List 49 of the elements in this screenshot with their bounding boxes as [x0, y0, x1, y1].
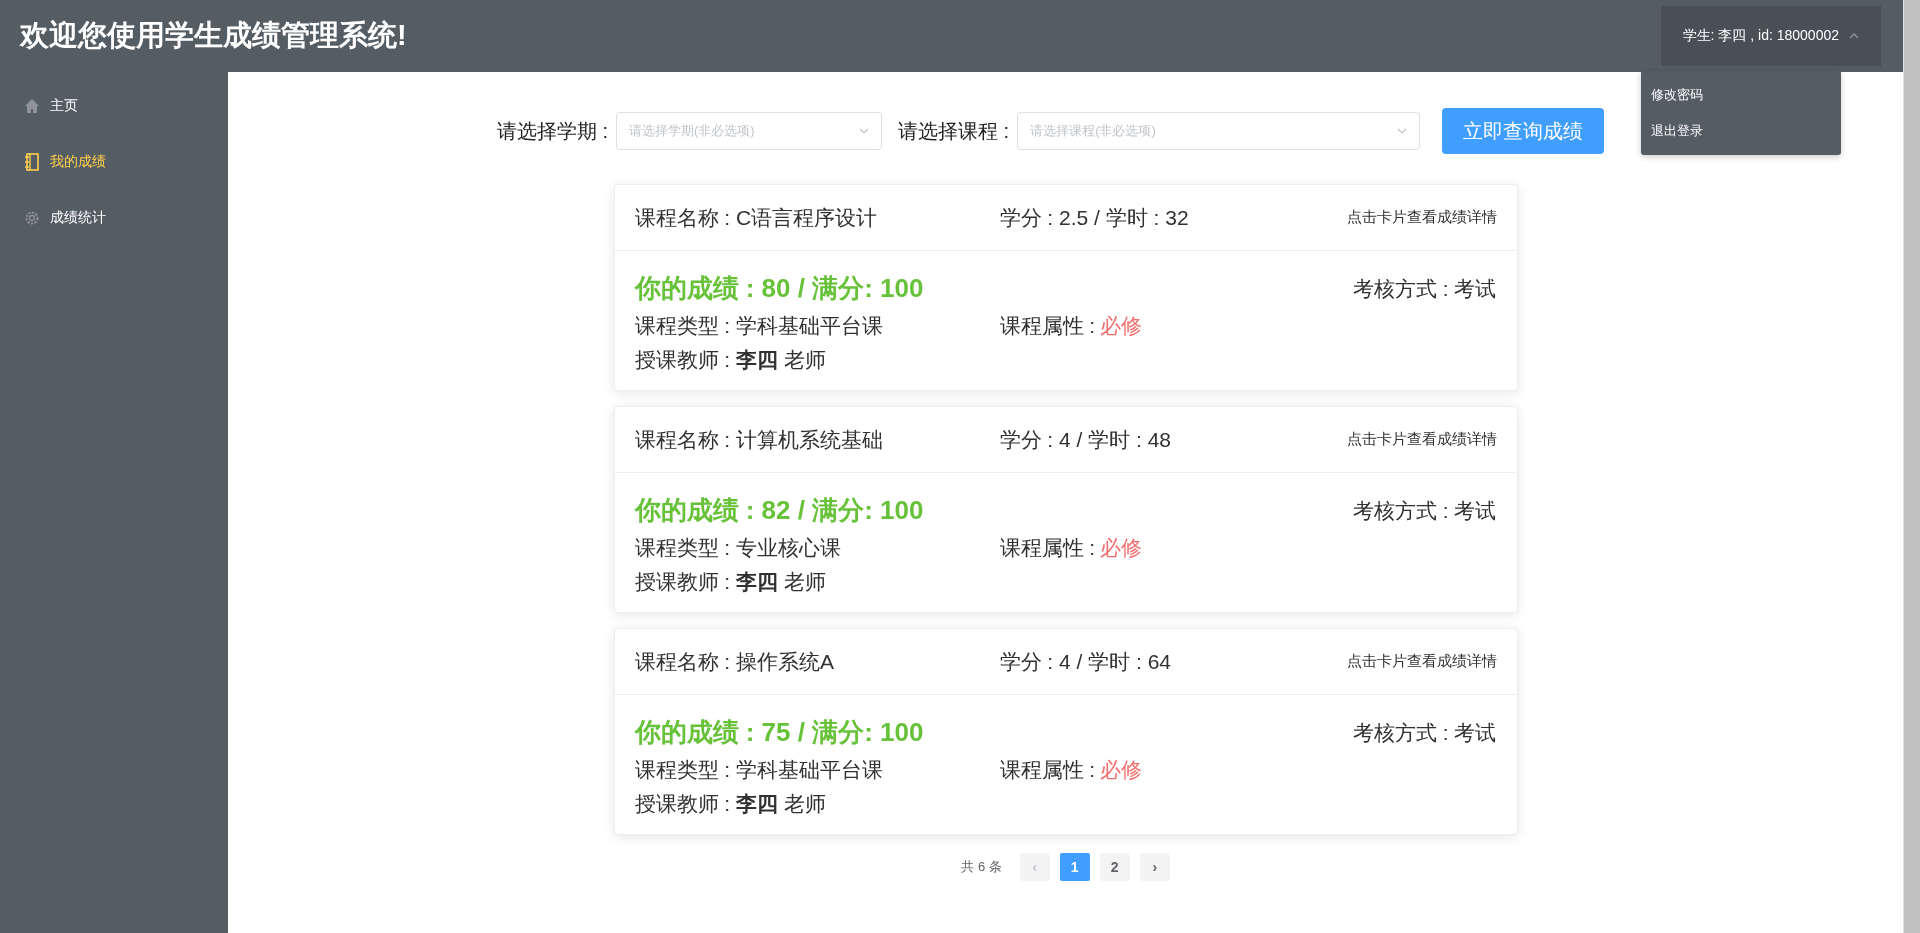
home-icon [24, 98, 40, 114]
attribute-value: 必修 [1099, 758, 1142, 781]
card-hint: 点击卡片查看成绩详情 [1346, 208, 1497, 227]
filter-label: 请选择学期 : [496, 118, 608, 144]
course-card[interactable]: 课程名称 : C语言程序设计 学分 : 2.5 / 学时 : 32 点击卡片查看成绩详情 你的成绩 : 80 / 满分: 100 考核方式 : 考试 课程类型 : 学科基础平台课 课程属性 : 必修 授课教师 : 李四 老师 [613, 184, 1518, 391]
sidebar-item[interactable]: 主页 [0, 78, 228, 134]
attribute-label: 课程属性 : [999, 758, 1096, 781]
course-card[interactable]: 课程名称 : 计算机系统基础 学分 : 4 / 学时 : 48 点击卡片查看成绩详情 你的成绩 : 82 / 满分: 100 考核方式 : 考试 课程类型 : 专业核心课 课程属性 : 必修 授课教师 : 李四 老师 [613, 406, 1518, 613]
sidebar-item[interactable]: 成绩统计 [0, 190, 228, 246]
score-text: 你的成绩 : 75 / 满分: 100 [634, 716, 925, 749]
total-count: 共 6 条 [961, 858, 1002, 876]
settings-icon [24, 210, 40, 226]
next-page-button[interactable]: › [1139, 853, 1170, 881]
teacher-text: 授课教师 : 李四 老师 [634, 347, 827, 373]
attribute-label: 课程属性 : [999, 314, 1096, 337]
teacher-text: 授课教师 : 李四 老师 [634, 791, 827, 817]
notebook-icon [24, 153, 40, 171]
attribute-value: 必修 [1099, 314, 1142, 337]
score-text: 你的成绩 : 80 / 满分: 100 [634, 272, 925, 305]
credit-hours: 学分 : 2.5 / 学时 : 32 [999, 204, 1190, 231]
course-card[interactable]: 课程名称 : 操作系统A 学分 : 4 / 学时 : 64 点击卡片查看成绩详情 你的成绩 : 75 / 满分: 100 考核方式 : 考试 课程类型 : 学科基础平台课 课程属性 : 必修 授课教师 : 李四 老师 [613, 628, 1518, 835]
chevron-down-icon [1397, 128, 1408, 134]
course-name: 课程名称 : 计算机系统基础 [634, 426, 884, 453]
exam-method: 考核方式 : 考试 [1353, 497, 1497, 524]
course-name: 课程名称 : 操作系统A [634, 648, 835, 675]
course-name: 课程名称 : C语言程序设计 [634, 204, 879, 231]
chevron-up-icon [1849, 33, 1859, 39]
app-title: 欢迎您使用学生成绩管理系统! [20, 18, 407, 53]
menu-item[interactable]: 退出登录 [1641, 113, 1841, 149]
attribute-label: 课程属性 : [999, 536, 1096, 559]
user-dropdown[interactable]: 学生: 李四 , id: 18000002 [1660, 6, 1881, 66]
score-text: 你的成绩 : 82 / 满分: 100 [634, 494, 925, 527]
chevron-down-icon [859, 128, 869, 134]
course-type: 课程类型 : 学科基础平台课 [634, 757, 884, 783]
scrollbar[interactable] [1903, 0, 1920, 933]
card-hint: 点击卡片查看成绩详情 [1346, 430, 1497, 449]
sidebar-item[interactable]: 我的成绩 [0, 134, 228, 190]
course-type: 课程类型 : 专业核心课 [634, 535, 842, 561]
teacher-text: 授课教师 : 李四 老师 [634, 569, 827, 595]
exam-method: 考核方式 : 考试 [1353, 275, 1497, 302]
filter-label: 请选择课程 : [898, 118, 1010, 144]
card-hint: 点击卡片查看成绩详情 [1346, 652, 1497, 671]
course-type: 课程类型 : 学科基础平台课 [634, 313, 884, 339]
credit-hours: 学分 : 4 / 学时 : 48 [999, 426, 1173, 453]
page-button[interactable]: 2 [1099, 853, 1130, 881]
exam-method: 考核方式 : 考试 [1353, 719, 1497, 746]
attribute-value: 必修 [1099, 536, 1142, 559]
menu-item[interactable]: 修改密码 [1641, 77, 1841, 113]
credit-hours: 学分 : 4 / 学时 : 64 [999, 648, 1173, 675]
